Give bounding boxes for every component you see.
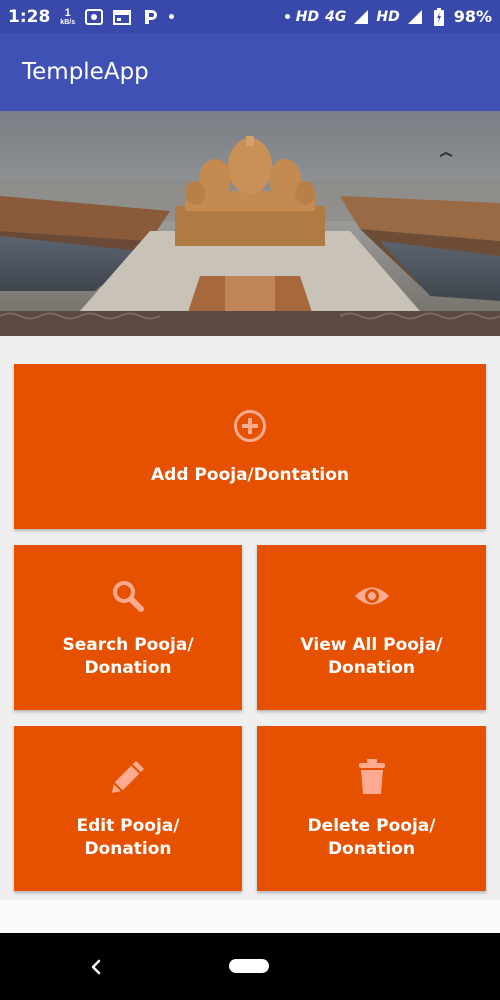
status-left: 1:28 1 kB/s xyxy=(8,6,175,27)
search-pooja-donation-label: Search Pooja/ Donation xyxy=(62,634,193,680)
status-time: 1:28 xyxy=(8,6,51,27)
signal-icon xyxy=(352,9,370,25)
p-app-icon xyxy=(141,9,159,25)
app-bar: TempleApp xyxy=(0,33,500,111)
delete-pooja-donation-label: Delete Pooja/ Donation xyxy=(308,815,436,861)
status-right: HD 4G HD 98% xyxy=(284,7,492,26)
trash-icon xyxy=(352,757,392,797)
search-icon xyxy=(108,576,148,616)
view-label-line1: View All Pooja/ xyxy=(300,634,443,655)
edit-pooja-donation-label: Edit Pooja/ Donation xyxy=(77,815,180,861)
add-circle-icon xyxy=(230,406,270,446)
delete-label-line2: Donation xyxy=(327,838,416,859)
battery-icon xyxy=(430,7,448,26)
edit-label-line1: Edit Pooja/ xyxy=(76,815,180,836)
edit-label-line2: Donation xyxy=(84,838,172,859)
notification-dot-icon xyxy=(169,14,175,19)
network-type: 4G xyxy=(325,8,347,25)
menu-grid: Add Pooja/Dontation Search Pooja/ Donati… xyxy=(0,336,500,900)
search-label-line2: Donation xyxy=(84,657,172,678)
back-icon[interactable] xyxy=(86,953,106,981)
wifi-location-icon xyxy=(85,8,104,25)
navigation-bar xyxy=(0,933,500,1000)
delete-pooja-donation-tile[interactable]: Delete Pooja/ Donation xyxy=(257,726,486,891)
pencil-icon xyxy=(108,757,148,797)
search-label-line1: Search Pooja/ xyxy=(62,634,194,655)
home-pill-button[interactable] xyxy=(229,959,269,973)
network-label-2: HD xyxy=(376,8,400,25)
app-title: TempleApp xyxy=(22,59,149,85)
temple-banner-image xyxy=(0,111,500,336)
battery-percent: 98% xyxy=(453,7,492,26)
view-all-pooja-donation-tile[interactable]: View All Pooja/ Donation xyxy=(257,545,486,710)
network-speed-unit: kB/s xyxy=(60,18,76,26)
network-speed-value: 1 xyxy=(64,6,71,19)
view-all-pooja-donation-label: View All Pooja/ Donation xyxy=(301,634,443,680)
bottom-spacer xyxy=(0,900,500,933)
search-pooja-donation-tile[interactable]: Search Pooja/ Donation xyxy=(14,545,242,710)
notification-dot-icon xyxy=(284,14,290,19)
add-pooja-donation-label: Add Pooja/Dontation xyxy=(151,465,349,485)
network-label-1: HD xyxy=(295,8,320,25)
calendar-icon xyxy=(113,9,132,25)
view-label-line2: Donation xyxy=(327,657,416,678)
edit-pooja-donation-tile[interactable]: Edit Pooja/ Donation xyxy=(14,726,242,891)
delete-label-line1: Delete Pooja/ xyxy=(307,815,436,836)
eye-icon xyxy=(352,576,392,616)
network-speed: 1 kB/s xyxy=(60,6,76,26)
status-bar: 1:28 1 kB/s HD 4G HD 98% xyxy=(0,0,500,33)
add-pooja-donation-tile[interactable]: Add Pooja/Dontation xyxy=(14,364,486,529)
signal-icon xyxy=(406,9,424,25)
